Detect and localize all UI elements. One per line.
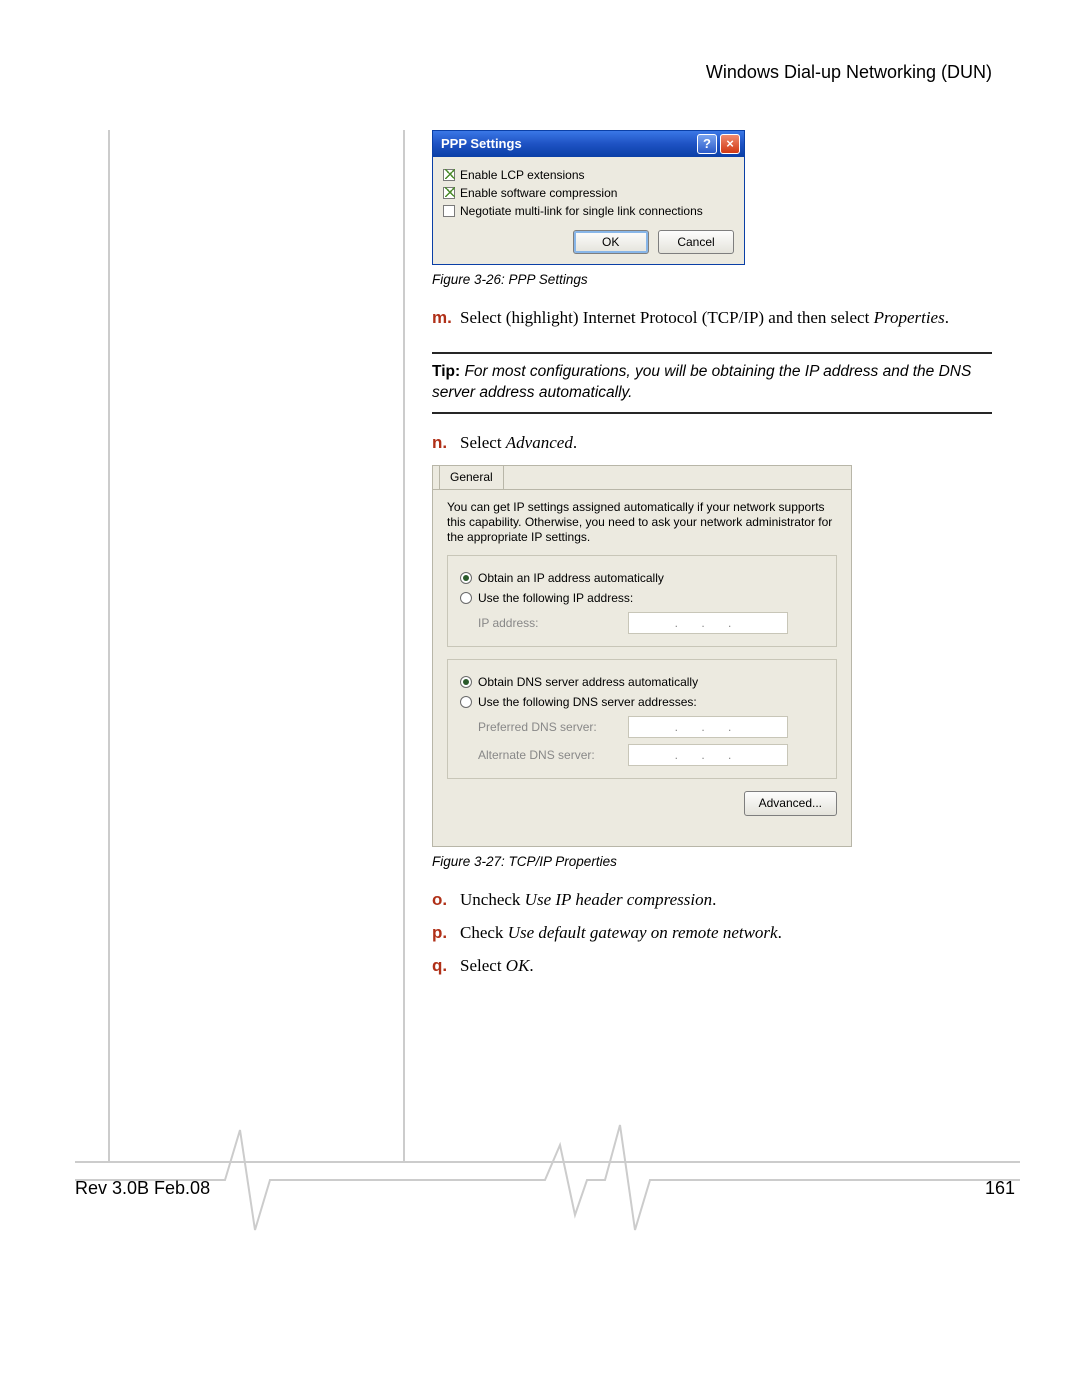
dns-alt-label: Alternate DNS server: [478, 747, 628, 763]
cancel-button[interactable]: Cancel [658, 230, 734, 254]
footer-revision: Rev 3.0B Feb.08 [75, 1178, 210, 1199]
figure-3-27-caption: Figure 3-27: TCP/IP Properties [432, 853, 992, 871]
step-o-label: o. [432, 889, 460, 912]
tip-body: For most configurations, you will be obt… [432, 363, 971, 401]
checkbox-icon [443, 169, 455, 181]
step-o-text-c: . [712, 890, 716, 909]
ip-address-group: Obtain an IP address automatically Use t… [447, 555, 837, 647]
column-rule-left [108, 130, 110, 1162]
footer-rule [75, 1161, 1020, 1163]
ip-address-label: IP address: [478, 615, 628, 631]
radio-icon [460, 572, 472, 584]
ppp-settings-dialog: PPP Settings ? × Enable LCP extensions E… [432, 130, 745, 265]
dns-group: Obtain DNS server address automatically … [447, 659, 837, 779]
step-n-text-a: Select [460, 433, 506, 452]
radio-icon [460, 592, 472, 604]
step-o-text-b: Use IP header compression [525, 890, 712, 909]
heartbeat-divider [75, 1120, 1020, 1240]
step-o-text-a: Uncheck [460, 890, 525, 909]
step-p-text-b: Use default gateway on remote network [508, 923, 778, 942]
step-m: m. Select (highlight) Internet Protocol … [432, 307, 992, 330]
ppp-opt-swcomp[interactable]: Enable software compression [443, 185, 734, 201]
step-m-text-b: Properties [874, 308, 945, 327]
ppp-opt-swcomp-label: Enable software compression [460, 185, 617, 201]
ip-manual-option[interactable]: Use the following IP address: [460, 590, 824, 606]
ppp-titlebar: PPP Settings ? × [433, 131, 744, 157]
figure-3-26-caption: Figure 3-26: PPP Settings [432, 271, 992, 289]
dns-pref-row: Preferred DNS server: . . . [478, 716, 824, 738]
dns-manual-label: Use the following DNS server addresses: [478, 694, 697, 710]
step-q-label: q. [432, 955, 460, 978]
dns-auto-option[interactable]: Obtain DNS server address automatically [460, 674, 824, 690]
help-icon[interactable]: ? [697, 134, 717, 154]
tip-lead: Tip: [432, 363, 464, 380]
dns-manual-option[interactable]: Use the following DNS server addresses: [460, 694, 824, 710]
step-n-text-c: . [573, 433, 577, 452]
dns-pref-input[interactable]: . . . [628, 716, 788, 738]
ip-address-input[interactable]: . . . [628, 612, 788, 634]
step-o: o. Uncheck Use IP header compression. [432, 889, 992, 912]
dns-alt-row: Alternate DNS server: . . . [478, 744, 824, 766]
ppp-opt-lcp-label: Enable LCP extensions [460, 167, 585, 183]
close-icon[interactable]: × [720, 134, 740, 154]
column-rule-mid [403, 130, 405, 1162]
ppp-opt-multilink-label: Negotiate multi-link for single link con… [460, 203, 703, 219]
ppp-opt-lcp[interactable]: Enable LCP extensions [443, 167, 734, 183]
tab-general[interactable]: General [439, 465, 504, 489]
step-q-text-b: OK [506, 956, 530, 975]
step-m-label: m. [432, 307, 460, 330]
step-q-text-a: Select [460, 956, 506, 975]
advanced-button[interactable]: Advanced... [744, 791, 837, 815]
radio-icon [460, 696, 472, 708]
ip-auto-label: Obtain an IP address automatically [478, 570, 664, 586]
step-n-label: n. [432, 432, 460, 455]
dns-auto-label: Obtain DNS server address automatically [478, 674, 698, 690]
ppp-opt-multilink[interactable]: Negotiate multi-link for single link con… [443, 203, 734, 219]
footer-page-number: 161 [985, 1178, 1015, 1199]
tip-block: Tip: For most configurations, you will b… [432, 352, 992, 414]
step-m-text-a: Select (highlight) Internet Protocol (TC… [460, 308, 874, 327]
dns-alt-input[interactable]: . . . [628, 744, 788, 766]
step-p-label: p. [432, 922, 460, 945]
tcpip-intro: You can get IP settings assigned automat… [447, 500, 837, 545]
step-m-text-c: . [945, 308, 949, 327]
step-p-text-c: . [778, 923, 782, 942]
step-n-text-b: Advanced [506, 433, 573, 452]
dns-pref-label: Preferred DNS server: [478, 719, 628, 735]
step-p-text-a: Check [460, 923, 508, 942]
step-p: p. Check Use default gateway on remote n… [432, 922, 992, 945]
ok-button[interactable]: OK [573, 230, 649, 254]
main-content: PPP Settings ? × Enable LCP extensions E… [432, 130, 992, 988]
step-q: q. Select OK. [432, 955, 992, 978]
radio-icon [460, 676, 472, 688]
tcpip-properties-dialog: General You can get IP settings assigned… [432, 465, 852, 847]
ip-manual-label: Use the following IP address: [478, 590, 633, 606]
step-q-text-c: . [529, 956, 533, 975]
checkbox-icon [443, 205, 455, 217]
checkbox-icon [443, 187, 455, 199]
step-n: n. Select Advanced. [432, 432, 992, 455]
ip-auto-option[interactable]: Obtain an IP address automatically [460, 570, 824, 586]
page-header-title: Windows Dial-up Networking (DUN) [706, 62, 992, 83]
ip-address-field-row: IP address: . . . [478, 612, 824, 634]
ppp-title: PPP Settings [441, 135, 694, 153]
